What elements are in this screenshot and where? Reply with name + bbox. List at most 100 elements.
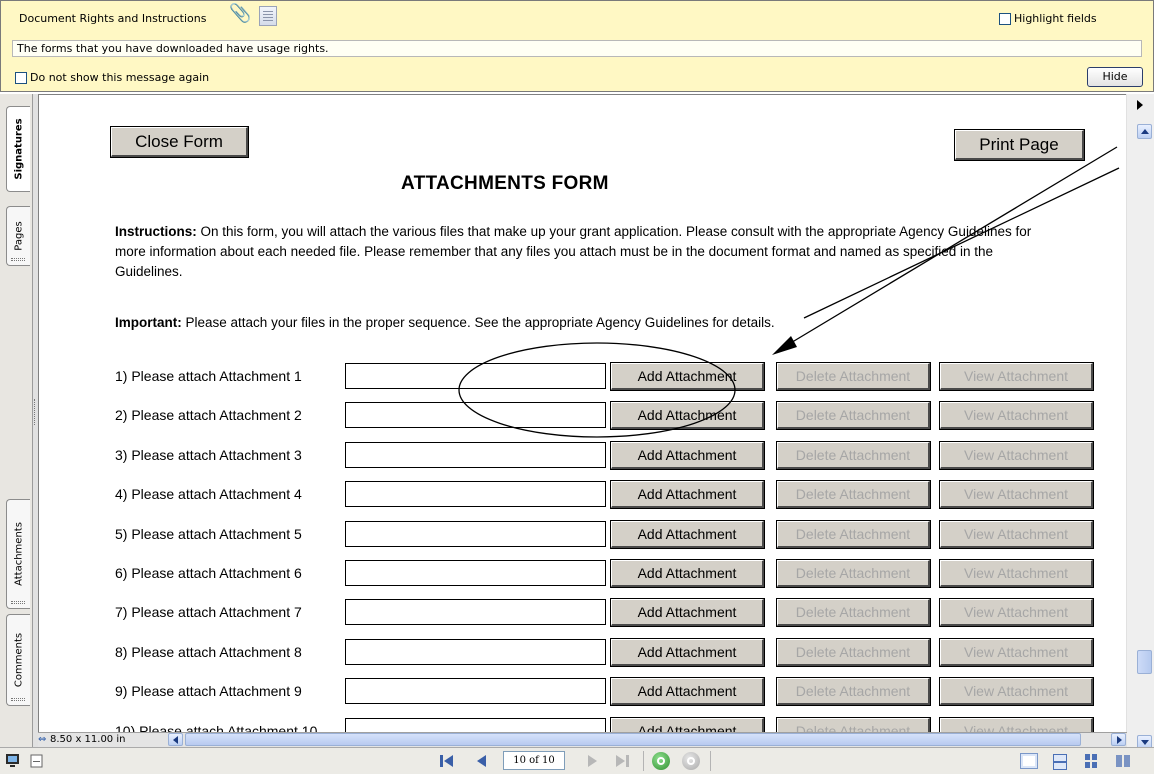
- grip-icon: [11, 601, 25, 604]
- go-back-icon[interactable]: [652, 752, 670, 770]
- important-text: Important: Please attach your files in t…: [115, 315, 775, 330]
- continuous-facing-view-icon[interactable]: [1114, 753, 1132, 769]
- add-attachment-button[interactable]: Add Attachment: [611, 678, 764, 705]
- attachment-filename-field[interactable]: [345, 718, 606, 732]
- page-size: 8.50 x 11.00 in: [50, 734, 126, 745]
- attachment-filename-field[interactable]: [345, 442, 606, 468]
- tab-signatures-label: Signatures: [13, 118, 24, 180]
- attachment-label: 4) Please attach Attachment 4: [115, 486, 302, 502]
- view-attachment-button: View Attachment: [940, 560, 1093, 587]
- instructions-body: On this form, you will attach the variou…: [115, 224, 1032, 279]
- attachment-label: 8) Please attach Attachment 8: [115, 644, 302, 660]
- tab-pages[interactable]: Pages: [6, 206, 30, 266]
- view-attachment-button: View Attachment: [940, 521, 1093, 548]
- attachment-filename-field[interactable]: [345, 521, 606, 547]
- continuous-view-icon[interactable]: [1050, 753, 1068, 770]
- add-attachment-button[interactable]: Add Attachment: [611, 639, 764, 666]
- attachment-filename-field[interactable]: [345, 363, 606, 389]
- delete-attachment-button: Delete Attachment: [777, 481, 930, 508]
- chevron-left-icon: [173, 736, 178, 744]
- tab-comments[interactable]: Comments: [6, 614, 30, 706]
- delete-attachment-button: Delete Attachment: [777, 639, 930, 666]
- highlight-fields-label: Highlight fields: [1014, 12, 1097, 25]
- attachment-label: 3) Please attach Attachment 3: [115, 447, 302, 463]
- add-attachment-button[interactable]: Add Attachment: [611, 521, 764, 548]
- note-icon[interactable]: [259, 6, 277, 26]
- tab-attachments-label: Attachments: [13, 522, 24, 586]
- add-attachment-button[interactable]: Add Attachment: [611, 363, 764, 390]
- scroll-up-button[interactable]: [1137, 124, 1152, 139]
- form-page: Close Form Print Page ATTACHMENTS FORM I…: [39, 95, 1126, 732]
- close-form-button[interactable]: Close Form: [111, 127, 248, 157]
- grip-icon: [11, 258, 25, 261]
- display-icon[interactable]: [4, 753, 22, 769]
- toolbar-separator: [710, 751, 711, 771]
- attachment-filename-field[interactable]: [345, 402, 606, 428]
- delete-attachment-button: Delete Attachment: [777, 678, 930, 705]
- add-attachment-button[interactable]: Add Attachment: [611, 402, 764, 429]
- attachment-label: 10) Please attach Attachment 10: [115, 723, 318, 732]
- paperclip-icon[interactable]: 📎: [229, 5, 251, 23]
- chevron-up-icon: [1141, 129, 1149, 134]
- view-attachment-button: View Attachment: [940, 363, 1093, 390]
- attachment-filename-field[interactable]: [345, 481, 606, 507]
- delete-attachment-button: Delete Attachment: [777, 718, 930, 732]
- print-page-button[interactable]: Print Page: [955, 130, 1084, 160]
- usage-rights-message: The forms that you have downloaded have …: [12, 40, 1142, 57]
- highlight-fields-toggle[interactable]: Highlight fields: [999, 12, 1097, 25]
- add-attachment-button[interactable]: Add Attachment: [611, 481, 764, 508]
- scroll-right-button[interactable]: [1111, 733, 1126, 746]
- panel-expand-icon[interactable]: [1137, 100, 1143, 110]
- delete-attachment-button: Delete Attachment: [777, 402, 930, 429]
- facing-view-icon[interactable]: [1082, 753, 1100, 769]
- add-attachment-button[interactable]: Add Attachment: [611, 442, 764, 469]
- single-page-view-icon[interactable]: [1020, 753, 1038, 769]
- horizontal-scroll-thumb[interactable]: [185, 733, 1081, 746]
- do-not-show-checkbox[interactable]: [15, 71, 27, 84]
- add-attachment-button[interactable]: Add Attachment: [611, 560, 764, 587]
- delete-attachment-button: Delete Attachment: [777, 363, 930, 390]
- attachment-filename-field[interactable]: [345, 599, 606, 625]
- scroll-thumb[interactable]: [1137, 650, 1152, 674]
- view-attachment-button: View Attachment: [940, 639, 1093, 666]
- toolbar-separator: [643, 751, 644, 771]
- attachment-label: 9) Please attach Attachment 9: [115, 683, 302, 699]
- important-body: Please attach your files in the proper s…: [185, 315, 775, 330]
- next-page-icon[interactable]: [584, 753, 602, 769]
- view-attachment-button: View Attachment: [940, 402, 1093, 429]
- important-lead: Important:: [115, 315, 182, 330]
- do-not-show-toggle[interactable]: Do not show this message again: [15, 71, 209, 84]
- attachment-label: 7) Please attach Attachment 7: [115, 604, 302, 620]
- scroll-left-button[interactable]: [168, 733, 183, 746]
- go-forward-icon[interactable]: [682, 752, 700, 770]
- document-icon[interactable]: [30, 753, 44, 769]
- highlight-fields-checkbox[interactable]: [999, 12, 1011, 25]
- previous-page-icon[interactable]: [473, 753, 491, 769]
- page-title: ATTACHMENTS FORM: [401, 173, 609, 194]
- add-attachment-button[interactable]: Add Attachment: [611, 599, 764, 626]
- delete-attachment-button: Delete Attachment: [777, 442, 930, 469]
- annotation-arrowhead: [772, 336, 797, 355]
- first-page-icon[interactable]: [438, 753, 456, 769]
- attachment-filename-field[interactable]: [345, 639, 606, 665]
- instructions-lead: Instructions:: [115, 224, 197, 239]
- view-attachment-button: View Attachment: [940, 718, 1093, 732]
- attachment-filename-field[interactable]: [345, 678, 606, 704]
- tab-signatures[interactable]: Signatures: [6, 106, 30, 192]
- attachment-label: 1) Please attach Attachment 1: [115, 368, 302, 384]
- page-number-field[interactable]: 10 of 10: [503, 751, 565, 770]
- chevron-right-icon: [1117, 736, 1122, 744]
- status-bar: 10 of 10: [0, 747, 1154, 774]
- navigation-sidebar: Signatures Pages Attachments Comments: [0, 94, 33, 747]
- tab-attachments[interactable]: Attachments: [6, 499, 30, 609]
- attachment-filename-field[interactable]: [345, 560, 606, 586]
- add-attachment-button[interactable]: Add Attachment: [611, 718, 764, 732]
- delete-attachment-button: Delete Attachment: [777, 521, 930, 548]
- tab-pages-label: Pages: [13, 221, 24, 251]
- vertical-scrollbar[interactable]: [1127, 94, 1154, 750]
- last-page-icon[interactable]: [614, 753, 632, 769]
- hide-button[interactable]: Hide: [1087, 67, 1143, 87]
- sidebar-resize-handle[interactable]: [34, 399, 37, 425]
- do-not-show-label: Do not show this message again: [30, 71, 210, 84]
- tab-comments-label: Comments: [13, 632, 24, 688]
